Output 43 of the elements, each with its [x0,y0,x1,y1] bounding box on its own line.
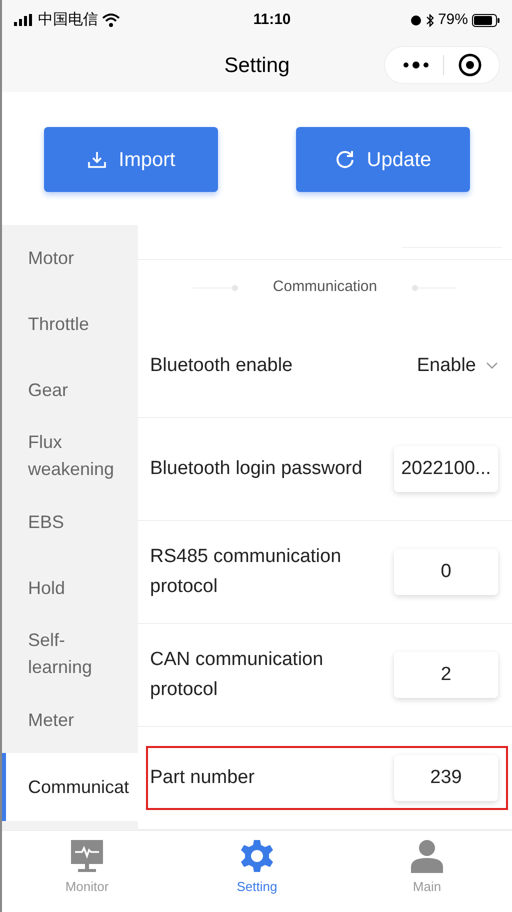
divider-dot-icon [192,284,239,292]
sidebar-item[interactable]: Gear [2,357,138,423]
input-field[interactable]: 239 [394,755,498,801]
chevron-down-icon [486,362,498,370]
sidebar-item[interactable]: EBS [2,489,138,555]
import-button[interactable]: Import [44,127,218,192]
sidebar-item[interactable]: Self-learning [2,621,138,687]
tab-label[interactable]: Main [412,877,442,896]
input-field[interactable]: 2022100... [394,446,498,492]
more-icon[interactable] [403,61,429,69]
close-target-icon[interactable] [458,53,482,77]
update-button[interactable]: Update [296,127,470,192]
section-title: Communication [272,277,378,298]
setting-label: CAN communication protocol [150,648,324,702]
refresh-icon [334,150,355,170]
settings-icon [240,839,274,873]
tab-label[interactable]: Monitor [65,877,109,896]
setting-label: Part number [150,766,256,790]
page-title: Setting [224,53,290,80]
sidebar-item[interactable]: Meter [2,687,138,753]
input-field[interactable]: 2 [394,652,498,698]
signal-icon [14,14,34,26]
dropdown-select[interactable]: Enable [416,352,498,380]
sidebar-item[interactable]: Flux weakening [2,423,138,489]
monitor-icon [70,839,104,873]
sidebar-item[interactable]: Motor [2,225,138,291]
divider-dot-icon [411,284,458,292]
battery-percent: 79% [438,10,468,30]
setting-label: Bluetooth enable [150,354,294,378]
bluetooth-icon [426,14,434,26]
setting-label: RS485 communication protocol [150,545,342,599]
carrier-name: 中国电信 [38,10,98,30]
input-field[interactable]: 0 [394,549,498,595]
battery-icon [472,14,500,26]
sidebar-item[interactable]: Hold [2,555,138,621]
tab-label[interactable]: Setting [236,877,278,896]
wifi-icon [102,13,120,27]
sidebar-item[interactable]: Communicat [2,753,138,821]
setting-label: Bluetooth login password [150,457,364,481]
clock-time: 11:10 [253,10,291,28]
download-icon [86,150,107,170]
person-icon [410,839,444,873]
sidebar-item[interactable]: Throttle [2,291,138,357]
